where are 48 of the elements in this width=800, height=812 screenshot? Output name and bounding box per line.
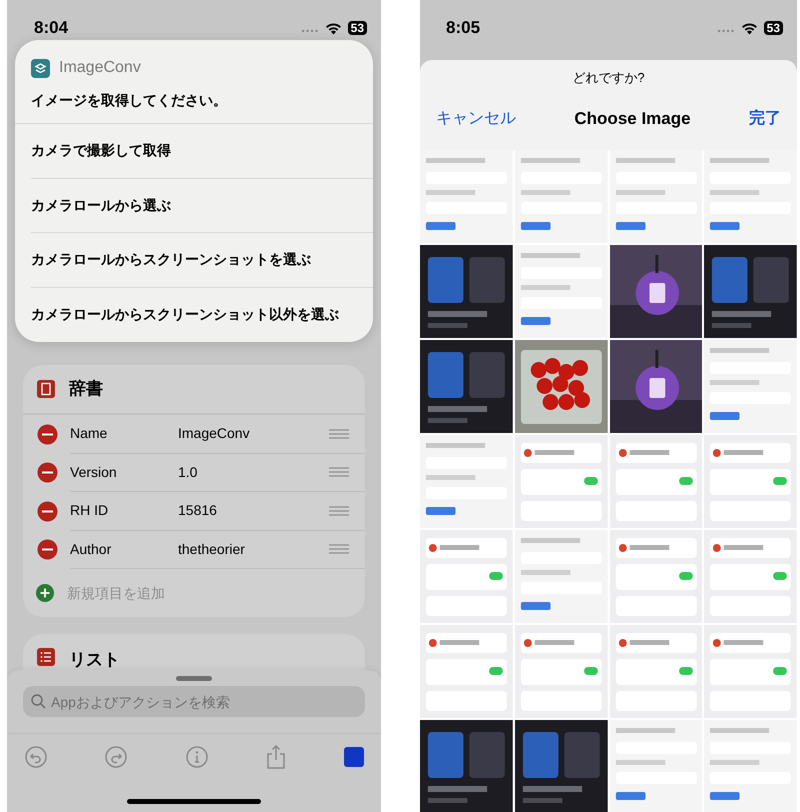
- dictionary-key[interactable]: RH ID: [70, 500, 178, 522]
- section-title: リスト: [69, 649, 120, 671]
- add-icon[interactable]: [36, 584, 54, 602]
- search-icon: [31, 694, 46, 709]
- dictionary-key[interactable]: Version: [70, 462, 178, 483]
- dictionary-value[interactable]: 15816: [178, 500, 329, 522]
- menu-option[interactable]: カメラで撮影して取得: [31, 124, 373, 178]
- menu-option[interactable]: カメラロールからスクリーンショット以外を選ぶ: [31, 288, 373, 342]
- menu-option[interactable]: カメラロールから選ぶ: [31, 178, 373, 233]
- remove-icon[interactable]: [37, 424, 58, 445]
- menu-option[interactable]: カメラロールからスクリーンショットを選ぶ: [31, 233, 373, 288]
- status-time: 8:05: [446, 17, 480, 40]
- wifi-icon: [324, 22, 342, 34]
- signal-icon: [300, 29, 319, 33]
- battery-level: 53: [348, 21, 367, 35]
- reorder-icon[interactable]: [329, 506, 349, 516]
- dictionary-key[interactable]: Author: [70, 538, 178, 560]
- remove-icon[interactable]: [37, 462, 58, 484]
- cancel-button[interactable]: キャンセル: [436, 106, 516, 130]
- share-icon[interactable]: [266, 744, 286, 768]
- redo-icon[interactable]: [105, 746, 128, 768]
- book-icon: [37, 380, 55, 398]
- wifi-icon: [740, 22, 758, 34]
- info-icon[interactable]: [186, 746, 208, 768]
- stop-button[interactable]: [344, 746, 364, 766]
- app-icon: [31, 58, 50, 78]
- search-field[interactable]: Appおよびアクションを検索: [23, 686, 365, 717]
- signal-icon: [716, 29, 735, 33]
- dictionary-key[interactable]: Name: [70, 423, 178, 444]
- section-title: 辞書: [69, 378, 103, 400]
- battery-level: 53: [764, 21, 783, 35]
- dictionary-value[interactable]: 1.0: [178, 462, 329, 483]
- list-icon: [37, 648, 55, 666]
- remove-icon[interactable]: [37, 500, 58, 522]
- alert-message: イメージを取得してください。: [15, 80, 373, 124]
- done-button[interactable]: 完了: [748, 106, 781, 130]
- status-time: 8:04: [34, 17, 68, 40]
- dictionary-value[interactable]: thetheorier: [178, 538, 329, 560]
- undo-icon[interactable]: [25, 746, 47, 768]
- reorder-icon[interactable]: [329, 428, 349, 439]
- reorder-icon[interactable]: [329, 544, 349, 554]
- app-name: ImageConv: [59, 58, 141, 78]
- picker-title: Choose Image: [574, 108, 691, 130]
- remove-icon[interactable]: [37, 539, 58, 560]
- picker-prompt: どれですか?: [572, 69, 645, 87]
- reorder-icon[interactable]: [329, 467, 349, 478]
- sheet-handle[interactable]: [176, 676, 212, 681]
- dictionary-value[interactable]: ImageConv: [178, 423, 329, 444]
